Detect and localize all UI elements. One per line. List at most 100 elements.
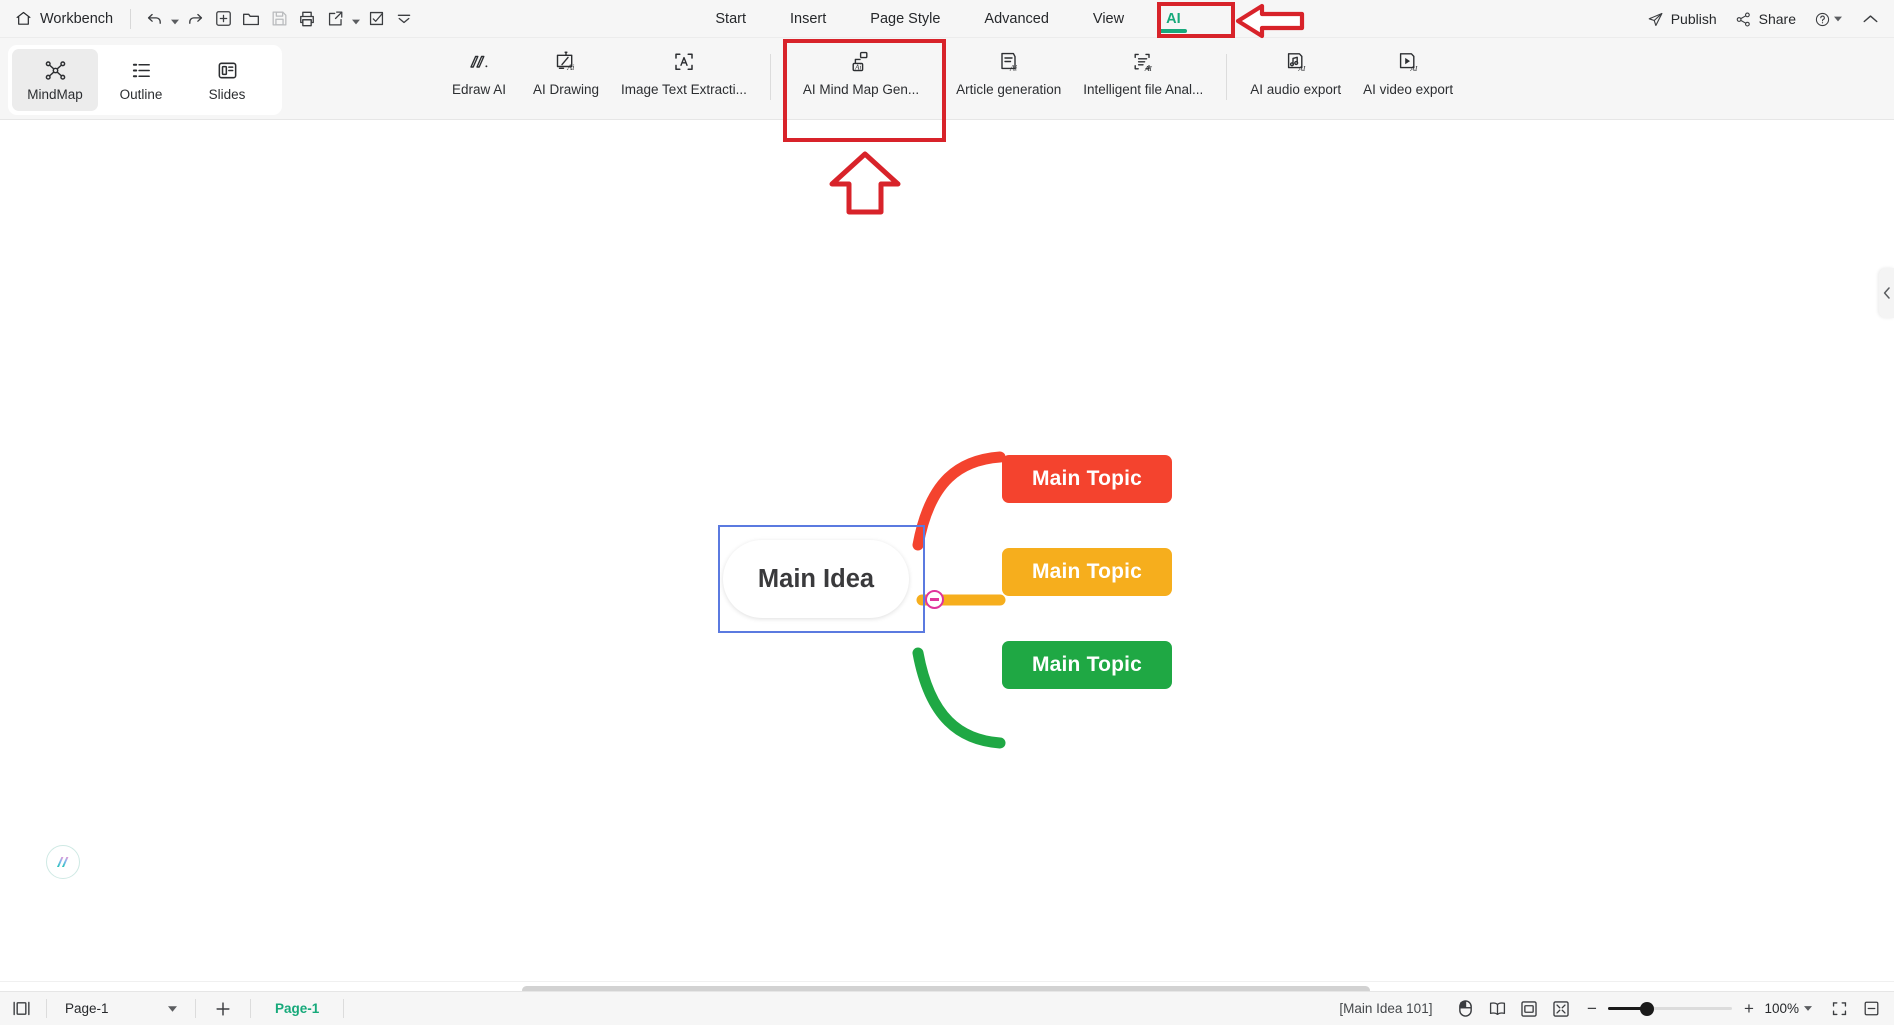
zoom-slider-knob[interactable] [1640, 1001, 1655, 1016]
tab-ai[interactable]: AI [1146, 0, 1201, 38]
open-icon[interactable] [237, 6, 265, 32]
mindmap-branch-label: Main Topic [1031, 653, 1143, 676]
ribbon-divider-2 [1226, 54, 1228, 100]
quick-access-toolbar: Workbench [0, 0, 418, 38]
page-selector-value: Page-1 [65, 1001, 109, 1016]
help-dropdown-caret[interactable] [1834, 16, 1842, 22]
workbench-button[interactable]: Workbench [7, 6, 121, 31]
save-icon[interactable] [265, 6, 293, 32]
toolbar-divider [130, 8, 132, 29]
ai-tools-group: Edraw AI Ai AI Drawing Image Text Extrac… [436, 42, 1464, 118]
ai-tool-ai-audio-export-label: AI audio export [1250, 82, 1342, 97]
home-icon [15, 10, 32, 27]
status-divider-1 [46, 999, 47, 1018]
mindmap-icon [44, 59, 67, 82]
ai-tool-intelligent-file-analysis[interactable]: AI Intelligent file Anal... [1072, 42, 1214, 114]
svg-text:Ai: Ai [854, 63, 861, 71]
status-bar: Page-1 Page-1 [Main Idea 101] − + 100% [0, 991, 1894, 1025]
publish-icon [1647, 11, 1664, 28]
ai-tool-image-text-extraction-label: Image Text Extracti... [621, 82, 747, 97]
zoom-dropdown-caret[interactable] [1804, 1006, 1812, 1011]
mouse-mode-icon[interactable] [1450, 996, 1480, 1022]
export-dropdown-caret[interactable] [349, 6, 362, 32]
svg-text:AI: AI [1410, 64, 1419, 73]
right-panel-expander[interactable] [1879, 268, 1894, 318]
ai-tool-ai-drawing-label: AI Drawing [533, 82, 600, 97]
undo-dropdown-caret[interactable] [168, 6, 181, 32]
view-mode-mindmap[interactable]: MindMap [12, 49, 98, 111]
mindmap-canvas[interactable]: Main Idea Main Topic Main Topic Main Top… [0, 120, 1894, 975]
ribbon-divider [769, 54, 771, 100]
zoom-slider-track[interactable] [1608, 1001, 1733, 1016]
fit-to-screen-icon[interactable] [1546, 996, 1576, 1022]
status-divider-3 [250, 999, 251, 1018]
more-icon[interactable] [390, 6, 418, 32]
tab-advanced[interactable]: Advanced [962, 0, 1071, 38]
share-label: Share [1758, 11, 1796, 27]
ai-tool-image-text-extraction[interactable]: Image Text Extracti... [610, 42, 758, 114]
page-tab-page-1[interactable]: Page-1 [261, 1001, 333, 1016]
zoom-percentage[interactable]: 100% [1764, 1001, 1799, 1016]
intelligent-file-analysis-icon: AI [1130, 49, 1156, 75]
tab-ai-active-underline [1159, 29, 1188, 33]
print-icon[interactable] [293, 6, 321, 32]
zoom-control[interactable]: − + [1584, 999, 1756, 1019]
ai-tool-ai-audio-export[interactable]: AI AI audio export [1239, 42, 1352, 114]
presentation-icon[interactable] [1856, 996, 1886, 1022]
ai-tool-ai-video-export[interactable]: AI AI video export [1352, 42, 1464, 114]
svg-text:AI: AI [1144, 64, 1153, 73]
edraw-mindmaster-window: Workbench Start Insert Page Style Advanc… [0, 0, 1894, 1025]
mindmap-branch-node[interactable]: Main Topic [1002, 455, 1172, 503]
select-icon[interactable] [362, 6, 390, 32]
ai-tool-ai-mindmap-generate-label: AI Mind Map Gen... [802, 82, 920, 97]
ai-tool-intelligent-file-analysis-label: Intelligent file Anal... [1083, 82, 1204, 97]
help-button[interactable] [1806, 7, 1850, 32]
chevron-left-icon [1883, 287, 1891, 299]
view-mode-slides-label: Slides [208, 86, 246, 102]
tab-page-style[interactable]: Page Style [848, 0, 962, 38]
undo-icon[interactable] [140, 6, 168, 32]
page-view-icon[interactable] [1482, 996, 1512, 1022]
ai-audio-export-icon: AI [1283, 49, 1309, 75]
page-selector[interactable]: Page-1 [57, 996, 185, 1021]
view-mode-slides[interactable]: Slides [184, 49, 270, 111]
view-mode-outline[interactable]: Outline [98, 49, 184, 111]
zoom-in-button[interactable]: + [1741, 999, 1756, 1019]
mindmap-branch-node[interactable]: Main Topic [1002, 641, 1172, 689]
mindmap-center-selection[interactable] [718, 525, 925, 633]
add-page-button[interactable] [206, 996, 240, 1022]
toggle-side-panel-icon[interactable] [6, 996, 36, 1022]
tab-ai-label: AI [1166, 11, 1181, 27]
selected-object-info: [Main Idea 101] [1339, 1001, 1433, 1016]
tab-start[interactable]: Start [693, 0, 768, 38]
publish-button[interactable]: Publish [1639, 7, 1725, 32]
ai-tool-ai-drawing[interactable]: Ai AI Drawing [522, 42, 610, 114]
ai-tool-article-generation[interactable]: Ai Article generation [945, 42, 1072, 114]
mindmap-branch-node[interactable]: Main Topic [1002, 548, 1172, 596]
ai-video-export-icon: AI [1395, 49, 1421, 75]
ai-tool-edraw-ai[interactable]: Edraw AI [436, 42, 522, 114]
new-icon[interactable] [209, 6, 237, 32]
fullscreen-icon[interactable] [1824, 996, 1854, 1022]
svg-text:AI: AI [1297, 64, 1306, 73]
slides-icon [216, 59, 239, 82]
chevron-down-icon [168, 1005, 177, 1012]
publish-label: Publish [1670, 11, 1717, 27]
minus-icon [930, 598, 939, 601]
export-icon[interactable] [321, 6, 349, 32]
tab-insert[interactable]: Insert [768, 0, 848, 38]
edraw-watermark-logo [46, 845, 80, 879]
image-text-extraction-icon [671, 49, 697, 75]
collapse-toggle[interactable] [925, 590, 944, 609]
fit-page-icon[interactable] [1514, 996, 1544, 1022]
share-icon [1735, 11, 1752, 28]
zoom-out-button[interactable]: − [1584, 999, 1599, 1019]
tab-view[interactable]: View [1071, 0, 1146, 38]
export-group [321, 6, 362, 32]
redo-icon[interactable] [181, 6, 209, 32]
collapse-ribbon-icon[interactable] [1856, 6, 1884, 32]
ai-tool-ai-mindmap-generate[interactable]: Ai AI Mind Map Gen... [783, 42, 939, 114]
view-mode-group: MindMap Outline Slides [8, 45, 282, 115]
edraw-ai-icon [466, 49, 492, 75]
share-button[interactable]: Share [1727, 7, 1804, 32]
